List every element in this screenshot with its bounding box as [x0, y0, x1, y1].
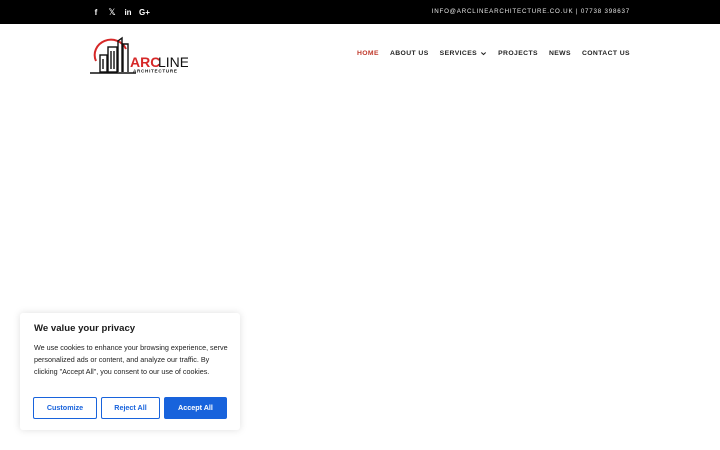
nav-contact-us[interactable]: CONTACT US	[582, 50, 630, 57]
logo-graphic: ARC LINE ARCHITECTURE	[90, 36, 189, 74]
cookie-description: We use cookies to enhance your browsing …	[34, 343, 228, 376]
linkedin-icon[interactable]: in	[122, 6, 134, 18]
site-logo[interactable]: ARC LINE ARCHITECTURE	[88, 35, 189, 77]
x-icon[interactable]: 𝕏	[107, 6, 117, 18]
nav-about-us[interactable]: ABOUT US	[390, 50, 429, 57]
logo-tagline: ARCHITECTURE	[133, 69, 178, 74]
reject-all-button[interactable]: Reject All	[101, 397, 160, 419]
site-header: ARC LINE ARCHITECTURE HOME ABOUT US SERV…	[0, 24, 720, 86]
google-plus-icon[interactable]: G+	[138, 6, 151, 18]
contact-info[interactable]: INFO@ARCLINEARCHITECTURE.CO.UK | 07738 3…	[432, 0, 630, 24]
accept-all-button[interactable]: Accept All	[164, 397, 227, 419]
nav-services[interactable]: SERVICES	[440, 50, 487, 57]
main-nav: HOME ABOUT US SERVICES PROJECTS NEWS CON…	[357, 50, 630, 57]
nav-news[interactable]: NEWS	[549, 50, 571, 57]
nav-projects[interactable]: PROJECTS	[498, 50, 538, 57]
customize-button[interactable]: Customize	[33, 397, 97, 419]
top-bar: f 𝕏 in G+ INFO@ARCLINEARCHITECTURE.CO.UK…	[0, 0, 720, 24]
cookie-title: We value your privacy	[34, 323, 136, 334]
facebook-icon[interactable]: f	[91, 6, 101, 18]
cookie-consent-banner: We value your privacy We use cookies to …	[20, 313, 240, 430]
nav-services-label: SERVICES	[439, 50, 478, 57]
nav-home[interactable]: HOME	[357, 50, 379, 57]
chevron-down-icon	[481, 52, 487, 56]
